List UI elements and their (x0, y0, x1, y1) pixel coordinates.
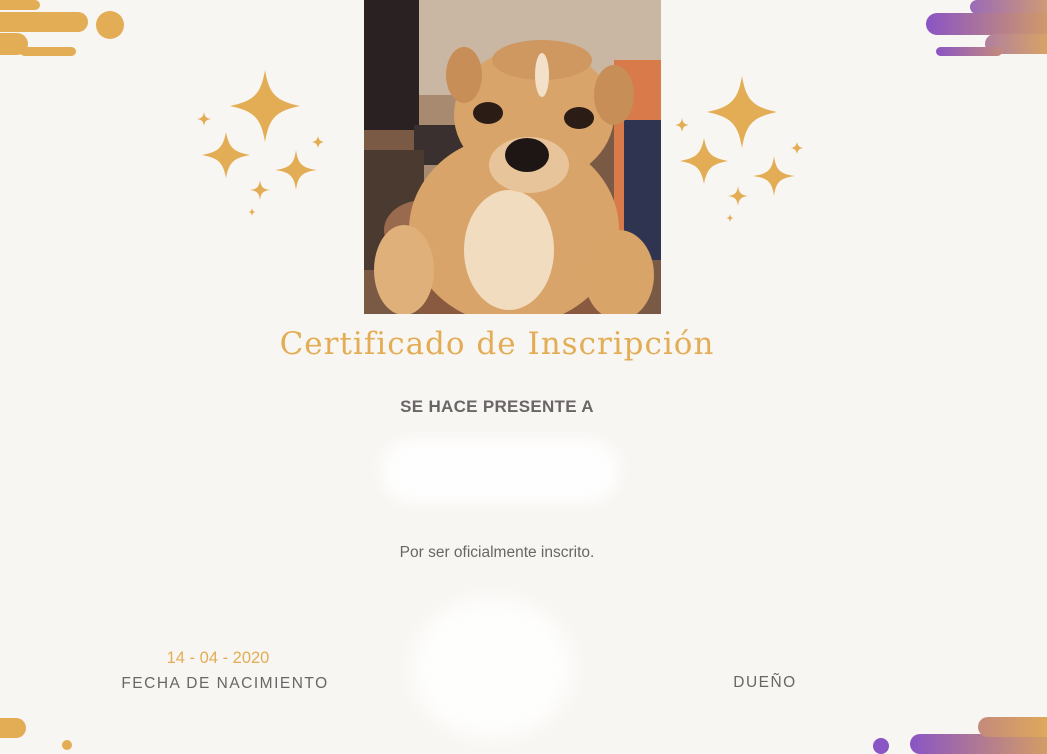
birth-date-label: FECHA DE NACIMIENTO (121, 675, 329, 692)
certificate-title: Certificado de Inscripción (279, 326, 715, 362)
pet-photo (364, 0, 661, 314)
presented-to-label: SE HACE PRESENTE A (400, 397, 594, 416)
birth-date-value: 14 - 04 - 2020 (166, 649, 270, 667)
sparkle-icon-left (197, 70, 324, 216)
sparkle-icon-right (675, 76, 803, 222)
enrollment-reason: Por ser oficialmente inscrito. (399, 544, 595, 561)
signature-redacted (412, 598, 572, 738)
recipient-name-redacted (382, 440, 618, 502)
owner-label: DUEÑO (733, 674, 797, 691)
